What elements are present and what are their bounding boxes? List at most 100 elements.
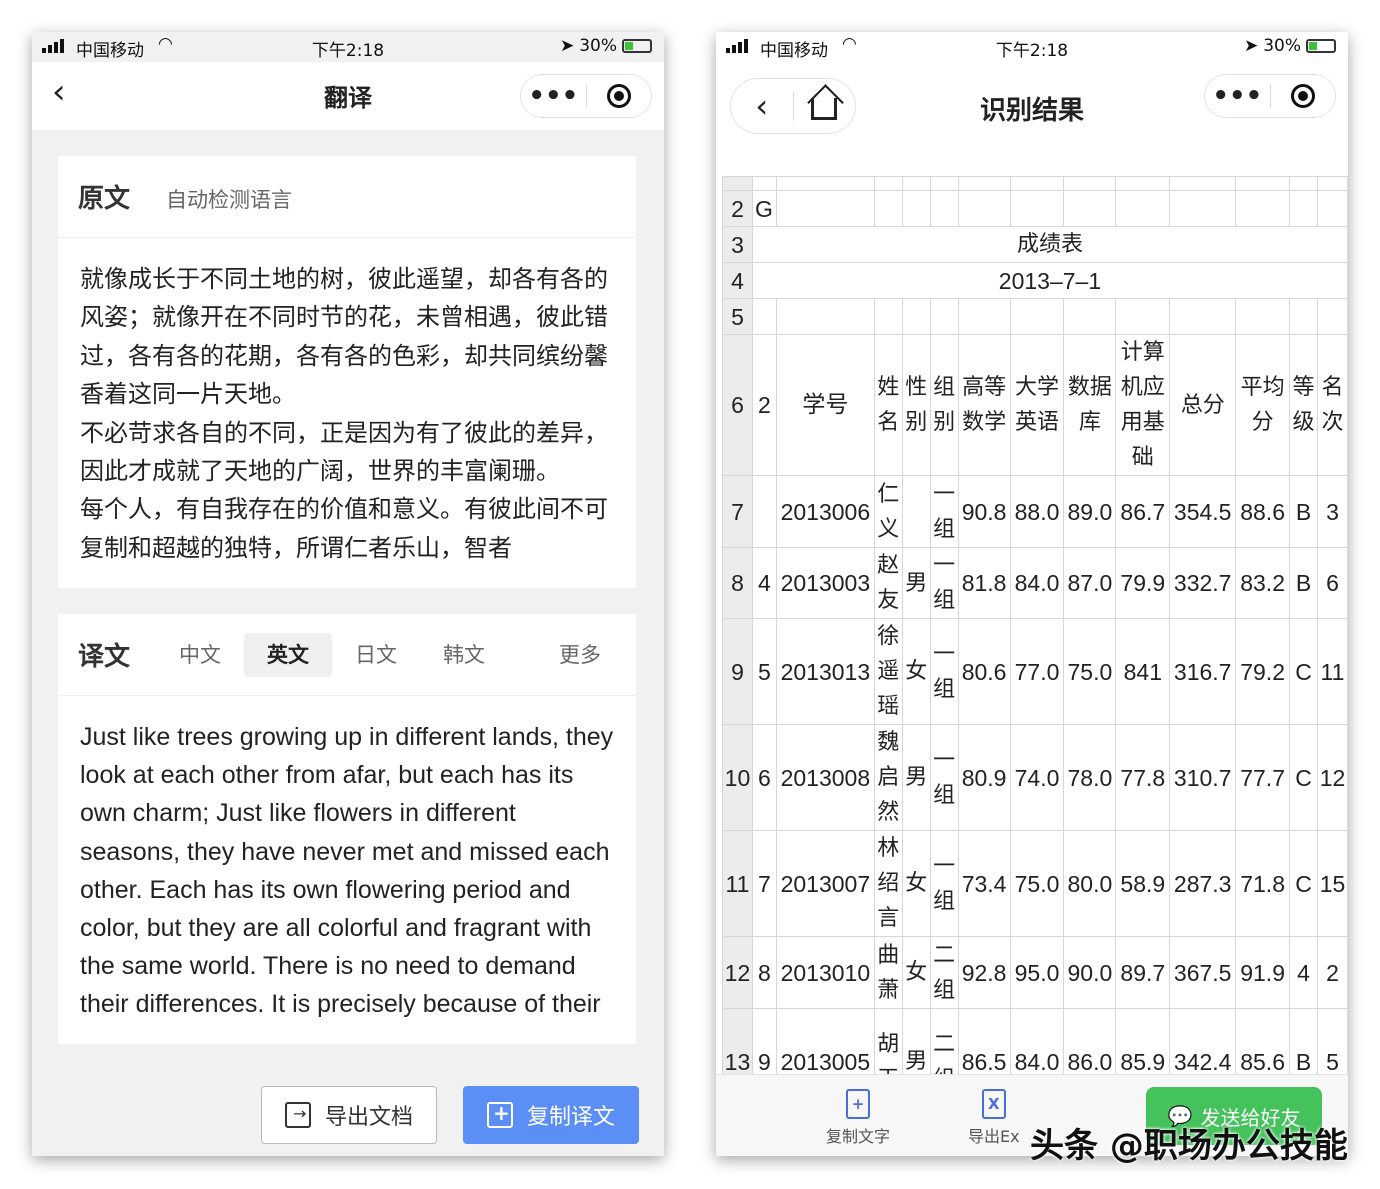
column-header: 总分 bbox=[1169, 334, 1237, 476]
table-cell: 84.0 bbox=[1009, 547, 1065, 619]
table-cell: 81.8 bbox=[957, 547, 1011, 619]
table-cell: 一组 bbox=[929, 618, 959, 725]
table-cell: 91.9 bbox=[1235, 936, 1291, 1009]
table-cell: 367.5 bbox=[1169, 936, 1237, 1009]
table-cell: C bbox=[1289, 724, 1318, 831]
row-number: 12 bbox=[722, 936, 753, 1009]
source-text[interactable]: 就像成长于不同土地的树，彼此遥望，却各有各的风姿；就像开在不同时节的花，未曾相遇… bbox=[58, 238, 636, 588]
table-cell: 胡天 bbox=[873, 1008, 903, 1074]
table-cell: 林绍言 bbox=[873, 830, 903, 937]
header-row: 6 2 学号 姓名 性别 组别 高等数学 大学英语 数据库 计算机应用基础 总分 平均分 等级 名次 bbox=[722, 334, 1348, 476]
auto-detect-button[interactable]: 自动检测语言 bbox=[166, 184, 292, 214]
column-header: 2 bbox=[751, 334, 777, 476]
status-bar: 中国移动 ◠ 下午2:18 ➤ 30% bbox=[32, 32, 664, 62]
table-cell: 15 bbox=[1316, 830, 1348, 937]
table-row: 8 4 2013003 赵友男一组 81.8 84.0 87.0 79.9 332.7 83.2 B… bbox=[722, 547, 1348, 619]
table-cell: 73.4 bbox=[957, 830, 1011, 937]
target-card: 译文 中文 英文 日文 韩文 更多 ⌵ Just like trees grow… bbox=[58, 614, 636, 1044]
column-header: 大学英语 bbox=[1009, 334, 1065, 476]
more-menu-icon[interactable]: ••• bbox=[1205, 83, 1270, 109]
export-icon bbox=[284, 1102, 311, 1128]
column-header: 高等数学 bbox=[957, 334, 1011, 476]
close-capsule-icon[interactable] bbox=[587, 84, 652, 108]
column-header: 平均分 bbox=[1235, 334, 1291, 476]
table-cell: 80.9 bbox=[957, 724, 1011, 831]
more-langs-button[interactable]: 更多 ⌵ bbox=[536, 633, 664, 677]
table-cell: 2013008 bbox=[775, 724, 875, 831]
table-cell: 12 bbox=[1316, 724, 1348, 831]
copy-icon: + bbox=[846, 1089, 870, 1119]
table-cell: B bbox=[1289, 547, 1318, 619]
table-cell: 342.4 bbox=[1169, 1008, 1237, 1074]
more-menu-icon[interactable]: ••• bbox=[521, 83, 586, 109]
table-cell: 92.8 bbox=[957, 936, 1011, 1009]
table-cell: 5 bbox=[751, 618, 777, 725]
table-cell: 2013003 bbox=[775, 547, 875, 619]
table-cell: 男 bbox=[901, 724, 931, 831]
watermark: 头条 @职场办公技能 bbox=[1030, 1126, 1348, 1166]
result-table: 2 G 3 成绩表 4 2013–7–1 5 6 2 学号 姓名 性别 组别 高等数学 大学英… bbox=[722, 176, 1348, 1074]
table-cell: C bbox=[1289, 830, 1318, 937]
table-cell: 90.8 bbox=[957, 475, 1011, 548]
tab-japanese[interactable]: 日文 bbox=[332, 633, 420, 677]
target-label: 译文 bbox=[78, 642, 131, 672]
table-cell: 5 bbox=[1316, 1008, 1348, 1074]
table-cell: 71.8 bbox=[1235, 830, 1291, 937]
column-header: 姓名 bbox=[873, 334, 903, 476]
table-cell: 87.0 bbox=[1063, 547, 1117, 619]
table-cell: 90.0 bbox=[1063, 936, 1117, 1009]
table-row: 7 2013006 仁义 一组 90.8 88.0 89.0 86.7 354.5 88.6 B 3 bbox=[722, 475, 1348, 548]
table-cell: 3 bbox=[1316, 475, 1348, 548]
sheet-title: 成绩表 bbox=[751, 226, 1348, 263]
sheet-date: 2013–7–1 bbox=[751, 262, 1348, 299]
spreadsheet-view[interactable]: 2 G 3 成绩表 4 2013–7–1 5 6 2 学号 姓名 性别 组别 高等数学 大学英… bbox=[722, 176, 1348, 1074]
table-cell: 徐遥瑶 bbox=[873, 618, 903, 725]
column-header: 等级 bbox=[1289, 334, 1318, 476]
table-cell: 88.6 bbox=[1235, 475, 1291, 548]
table-row: 9 5 2013013 徐遥瑶女一组 80.6 77.0 75.0 841 316.7 79.2 C… bbox=[722, 618, 1348, 725]
tab-korean[interactable]: 韩文 bbox=[420, 633, 508, 677]
tab-english[interactable]: 英文 bbox=[244, 633, 332, 677]
copy-icon bbox=[486, 1101, 513, 1128]
row-number: 10 bbox=[722, 724, 753, 831]
table-cell: 一组 bbox=[929, 475, 959, 548]
row-number: 13 bbox=[722, 1008, 753, 1074]
column-header: 性别 bbox=[901, 334, 931, 476]
battery-icon bbox=[622, 39, 652, 53]
miniprogram-capsule: ••• bbox=[1204, 74, 1336, 118]
copy-text-button[interactable]: + 复制文字 bbox=[826, 1089, 890, 1147]
copy-translation-button[interactable]: 复制译文 bbox=[463, 1086, 639, 1144]
table-cell: 8 bbox=[751, 936, 777, 1009]
table-cell: 曲萧 bbox=[873, 936, 903, 1009]
export-doc-button[interactable]: 导出文档 bbox=[261, 1086, 437, 1144]
translation-text[interactable]: Just like trees growing up in different … bbox=[58, 696, 636, 1044]
column-header: 学号 bbox=[775, 334, 875, 476]
table-cell: 86.0 bbox=[1063, 1008, 1117, 1074]
table-row: 10 6 2013008 魏启然男一组 80.9 74.0 78.0 77.8 310.7 77.… bbox=[722, 724, 1348, 831]
table-cell: 332.7 bbox=[1169, 547, 1237, 619]
export-excel-label: 导出Ex bbox=[968, 1127, 1020, 1146]
close-capsule-icon[interactable] bbox=[1271, 84, 1336, 108]
table-cell: G bbox=[751, 190, 777, 227]
row-number: 3 bbox=[722, 226, 753, 263]
table-cell: 310.7 bbox=[1169, 724, 1237, 831]
table-cell bbox=[751, 475, 777, 548]
table-cell: 仁义 bbox=[873, 475, 903, 548]
more-langs-label: 更多 bbox=[559, 643, 601, 667]
table-cell: 89.7 bbox=[1115, 936, 1171, 1009]
tab-chinese[interactable]: 中文 bbox=[156, 633, 244, 677]
row-number: 5 bbox=[722, 298, 753, 335]
row-number: 2 bbox=[722, 190, 753, 227]
table-cell: 354.5 bbox=[1169, 475, 1237, 548]
table-cell: 6 bbox=[751, 724, 777, 831]
export-excel-button[interactable]: X 导出Ex bbox=[968, 1089, 1020, 1147]
table-cell: 287.3 bbox=[1169, 830, 1237, 937]
table-cell: 7 bbox=[751, 830, 777, 937]
column-header: 计算机应用基础 bbox=[1115, 334, 1171, 476]
chevron-down-icon: ⌵ bbox=[631, 633, 664, 677]
table-cell: 86.7 bbox=[1115, 475, 1171, 548]
table-cell: 79.2 bbox=[1235, 618, 1291, 725]
table-cell: 78.0 bbox=[1063, 724, 1117, 831]
table-cell: 77.7 bbox=[1235, 724, 1291, 831]
table-cell: 女 bbox=[901, 830, 931, 937]
